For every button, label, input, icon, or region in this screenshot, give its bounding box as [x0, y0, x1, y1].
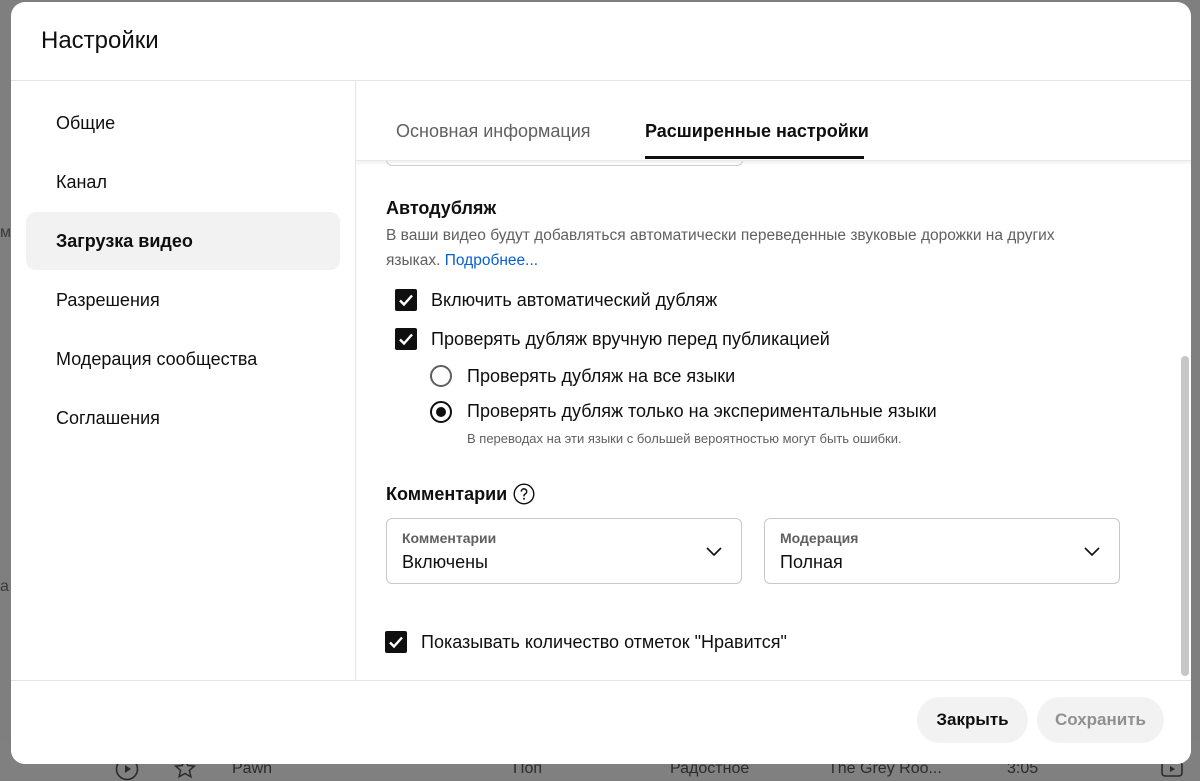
- sidebar-item-upload-defaults[interactable]: Загрузка видео: [26, 212, 340, 270]
- sidebar-item-general[interactable]: Общие: [26, 94, 340, 152]
- dialog-title: Настройки: [41, 27, 159, 54]
- content-scrollbar[interactable]: [1181, 356, 1189, 676]
- settings-sidebar: Общие Канал Загрузка видео Разрешения Мо…: [11, 81, 356, 681]
- autodub-section-title: Автодубляж: [386, 198, 497, 218]
- show-likes-label: Показывать количество отметок "Нравится": [421, 632, 787, 652]
- show-likes-checkbox[interactable]: [385, 631, 407, 653]
- comments-select[interactable]: Комментарии Включены: [386, 518, 742, 584]
- review-experimental-languages-radio[interactable]: [430, 401, 452, 423]
- comments-select-label: Комментарии: [402, 530, 497, 546]
- settings-content: Основная информация Расширенные настройк…: [356, 81, 1191, 681]
- tab-basic-info[interactable]: Основная информация: [396, 121, 591, 142]
- save-button[interactable]: Сохранить: [1037, 697, 1164, 743]
- checkmark-icon: [399, 333, 413, 346]
- settings-dialog: Настройки Общие Канал Загрузка видео Раз…: [11, 2, 1191, 764]
- learn-more-link[interactable]: Подробнее...: [445, 252, 538, 269]
- close-button[interactable]: Закрыть: [917, 697, 1028, 743]
- dialog-footer: Закрыть Сохранить: [11, 680, 1191, 764]
- experimental-languages-hint: В переводах на эти языки с большей вероя…: [467, 431, 902, 446]
- chevron-down-icon: [706, 547, 722, 557]
- review-all-languages-radio[interactable]: [430, 365, 452, 387]
- moderation-select[interactable]: Модерация Полная: [764, 518, 1120, 584]
- review-all-languages-label: Проверять дубляж на все языки: [467, 366, 736, 386]
- review-experimental-languages-label: Проверять дубляж только на экспериментал…: [467, 401, 937, 421]
- enable-autodub-checkbox[interactable]: [395, 289, 417, 311]
- checkmark-icon: [389, 636, 403, 649]
- tab-bar: Основная информация Расширенные настройк…: [356, 81, 1191, 161]
- sidebar-item-agreements[interactable]: Соглашения: [26, 389, 340, 447]
- autodub-description: В ваши видео будут добавляться автоматич…: [386, 223, 1086, 273]
- active-tab-indicator: [645, 156, 864, 159]
- dialog-header: Настройки: [11, 2, 1191, 81]
- checkmark-icon: [399, 294, 413, 307]
- chevron-down-icon: [1084, 547, 1100, 557]
- review-dub-label: Проверять дубляж вручную перед публикаци…: [431, 329, 830, 349]
- review-dub-checkbox[interactable]: [395, 328, 417, 350]
- sidebar-item-channel[interactable]: Канал: [26, 153, 340, 211]
- help-icon[interactable]: [513, 483, 535, 505]
- enable-autodub-label: Включить автоматический дубляж: [431, 290, 718, 310]
- moderation-select-label: Модерация: [780, 530, 859, 546]
- comments-section-title: Комментарии: [386, 484, 508, 504]
- moderation-select-value: Полная: [780, 552, 843, 572]
- sidebar-item-community-moderation[interactable]: Модерация сообщества: [26, 330, 340, 388]
- background-fragment: а: [0, 578, 9, 595]
- sidebar-item-permissions[interactable]: Разрешения: [26, 271, 340, 329]
- comments-select-value: Включены: [402, 552, 488, 572]
- tab-advanced-settings[interactable]: Расширенные настройки: [645, 121, 869, 142]
